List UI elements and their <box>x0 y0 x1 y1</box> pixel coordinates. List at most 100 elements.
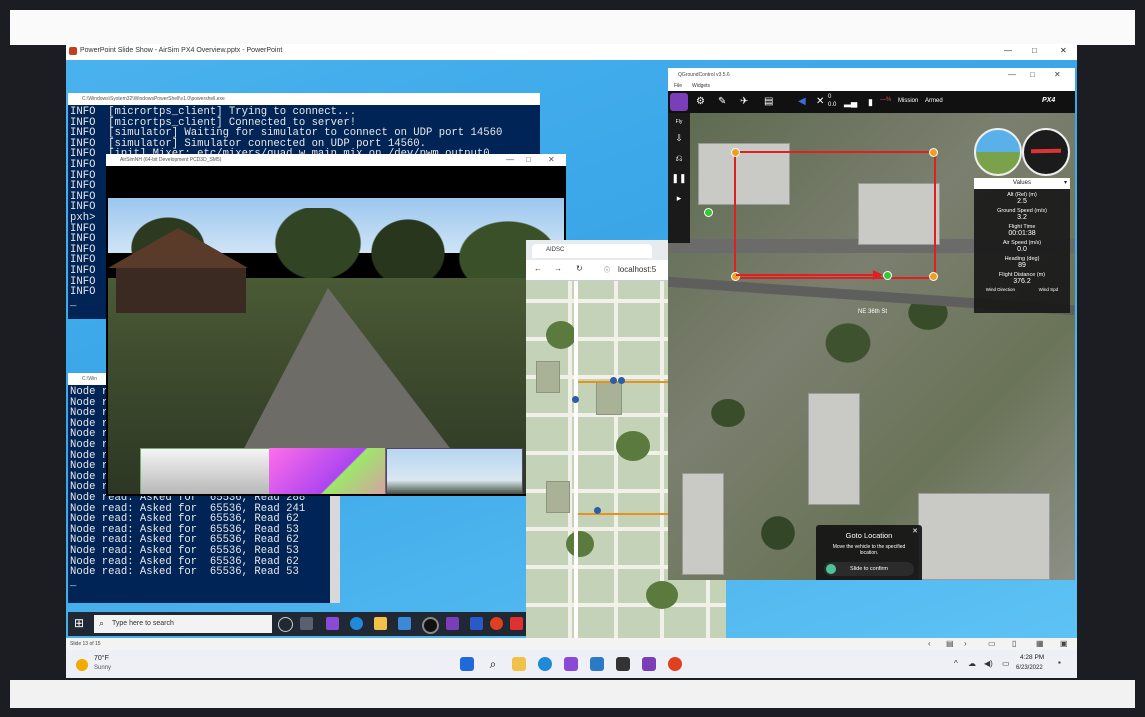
normal-view-icon[interactable]: ▭ <box>988 639 996 648</box>
notification-icon[interactable]: ▪ <box>1058 658 1061 667</box>
vehicle-marker[interactable] <box>883 271 892 280</box>
monitor-icon[interactable] <box>398 617 411 630</box>
cloud-icon[interactable]: ☁ <box>968 659 976 668</box>
flight-path-arrow <box>736 274 876 276</box>
airsim-maximize-button[interactable]: □ <box>526 155 531 164</box>
powerpoint-icon[interactable] <box>668 657 682 671</box>
minimize-button[interactable]: — <box>1004 46 1012 55</box>
edge-icon[interactable] <box>350 617 363 630</box>
file-icon[interactable] <box>300 617 313 630</box>
qgroundcontrol-window[interactable]: QGroundControl v3.5.6 — □ ✕ File Widgets… <box>668 68 1075 580</box>
browser-tab[interactable]: AIDSC <box>532 244 652 258</box>
presenter-view-icon[interactable]: ▣ <box>1060 639 1068 648</box>
explorer-icon[interactable] <box>374 617 387 630</box>
slide-sorter-icon[interactable]: ▦ <box>1036 639 1044 648</box>
armed-status[interactable]: Armed <box>925 98 943 104</box>
app-icon[interactable] <box>510 617 523 630</box>
waypoint-marker[interactable] <box>618 377 625 384</box>
file-explorer-icon[interactable] <box>512 657 526 671</box>
analyze-icon[interactable]: ▤ <box>764 96 773 107</box>
qgc-maximize-button[interactable]: □ <box>1030 70 1035 79</box>
back-icon[interactable]: ← <box>534 264 542 273</box>
fly-icon[interactable]: ✈ <box>740 96 748 107</box>
start-button[interactable] <box>460 657 474 671</box>
waypoint-marker[interactable] <box>572 396 579 403</box>
reload-icon[interactable]: ↻ <box>576 264 583 273</box>
gps-icon[interactable]: ✕ <box>816 96 824 107</box>
waypoint-marker[interactable] <box>731 148 740 157</box>
qgc-logo-icon[interactable] <box>670 93 688 111</box>
rtl-icon[interactable]: ⎌ <box>671 151 687 165</box>
instrument-panel[interactable]: Values ▾ Alt (Rel) (m) 2.5 Ground Speed (m… <box>974 178 1070 313</box>
qgroundcontrol-icon[interactable] <box>446 617 459 630</box>
airsim-camera-view[interactable] <box>108 198 564 494</box>
taskbar-search[interactable]: ⌕ Type here to search <box>94 615 272 633</box>
goto-close-button[interactable]: ✕ <box>912 527 918 535</box>
slider-handle[interactable] <box>826 564 836 574</box>
takeoff-icon[interactable]: ⇩ <box>671 131 687 145</box>
slide-to-confirm-slider[interactable]: Slide to confirm <box>824 562 914 576</box>
qgc-minimize-button[interactable]: — <box>1008 70 1016 79</box>
messages-icon[interactable]: ◀ <box>798 96 806 107</box>
slides-grid-icon[interactable]: ▤ <box>946 639 954 648</box>
airsim-titlebar: AirSimNH (64-bit Development PCD3D_SM5) … <box>106 154 566 166</box>
chevron-up-icon[interactable]: ^ <box>954 659 958 668</box>
battery-icon[interactable]: ▭ <box>1002 659 1010 668</box>
terminal-icon[interactable] <box>616 657 630 671</box>
maximize-button[interactable]: □ <box>1032 46 1037 55</box>
qgroundcontrol-icon[interactable] <box>642 657 656 671</box>
waypoint-marker[interactable] <box>594 507 601 514</box>
waypoint-marker[interactable] <box>929 148 938 157</box>
waypoint-marker[interactable] <box>929 272 938 281</box>
waypoint-marker[interactable] <box>610 377 617 384</box>
obs-icon[interactable] <box>422 617 439 634</box>
search-icon[interactable]: ⌕ <box>486 657 500 671</box>
edge-icon[interactable] <box>538 657 552 671</box>
battery-icon[interactable]: ▮ <box>868 97 873 108</box>
visual-studio-icon[interactable] <box>564 657 578 671</box>
rc-rssi-icon[interactable]: ▂▄ <box>844 97 857 108</box>
powerpoint-taskbar-icon[interactable] <box>490 617 503 630</box>
task-view-icon[interactable] <box>278 617 293 632</box>
vscode-icon[interactable] <box>590 657 604 671</box>
building-roof <box>808 393 860 505</box>
menu-file[interactable]: File <box>674 83 682 89</box>
plan-icon[interactable]: ✎ <box>718 96 726 107</box>
home-marker[interactable] <box>704 208 713 217</box>
flight-mode[interactable]: Mission <box>898 98 918 104</box>
qgc-close-button[interactable]: ✕ <box>1054 70 1061 79</box>
node-console-line: _ <box>70 576 77 589</box>
powershell-titlebar: C:\Windows\System32\WindowsPowerShell\v1… <box>68 93 540 105</box>
menu-widgets[interactable]: Widgets <box>692 83 710 89</box>
forward-icon[interactable]: → <box>554 264 562 273</box>
reading-view-icon[interactable]: ▯ <box>1012 639 1016 648</box>
clock-time[interactable]: 4:28 PM <box>1020 654 1044 661</box>
instrument-view-selector[interactable]: Values ▾ <box>974 178 1070 189</box>
airsim-close-button[interactable]: ✕ <box>548 155 555 164</box>
building-roof <box>918 493 1050 580</box>
speaker-icon[interactable]: ◀) <box>984 659 993 668</box>
depth-subwindow <box>140 448 270 494</box>
vehicle-setup-icon[interactable]: ⚙ <box>696 96 705 107</box>
action-icon[interactable]: ▸ <box>671 191 687 205</box>
weather-sun-icon[interactable] <box>76 659 88 671</box>
node-console-title: C:\Win <box>82 376 97 382</box>
visual-studio-icon[interactable] <box>326 617 339 630</box>
pause-icon[interactable]: ❚❚ <box>671 171 687 185</box>
battery-percent: —% <box>880 97 892 103</box>
start-button[interactable]: ⊞ <box>74 616 84 630</box>
scene-subwindow <box>386 448 523 494</box>
qgc-fly-tools: Fly ⇩ ⎌ ❚❚ ▸ <box>668 113 690 243</box>
instrument-value: 00:01:38 <box>1008 230 1036 237</box>
next-slide-icon[interactable]: › <box>964 639 967 648</box>
url-field[interactable]: localhost:5 <box>618 265 656 274</box>
powerpoint-window: PowerPoint Slide Show - AirSim PX4 Overv… <box>66 44 1077 678</box>
airsim-minimize-button[interactable]: — <box>506 155 514 164</box>
previous-slide-icon[interactable]: ‹ <box>928 639 931 648</box>
close-button[interactable]: ✕ <box>1060 46 1067 55</box>
vscode-icon[interactable] <box>470 617 483 630</box>
instrument-values: Alt (Rel) (m) 2.5 Ground Speed (m/s) 3.2 Fli… <box>974 192 1070 285</box>
airsim-window[interactable]: AirSimNH (64-bit Development PCD3D_SM5) … <box>106 154 566 496</box>
gps-hdop: 0.0 <box>828 102 837 108</box>
clock-date[interactable]: 6/23/2022 <box>1016 665 1043 671</box>
